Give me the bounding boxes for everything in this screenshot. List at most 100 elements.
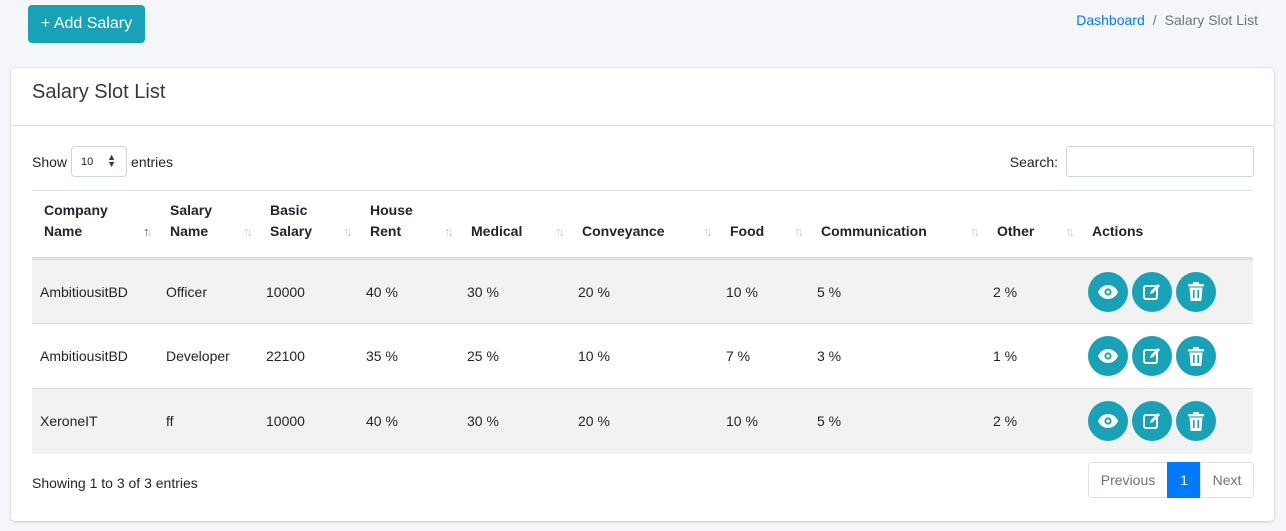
column-header[interactable]: Basic Salary ↑↓ (258, 190, 358, 260)
table-cell: Officer (158, 258, 258, 324)
column-header-label: Rent (370, 223, 402, 239)
table-cell: 2 % (985, 258, 1080, 324)
salary-table: Company Name ↑↓ Salary Name ↑↓ Basic Salary ↑↓ Ho… (32, 190, 1253, 454)
breadcrumb-separator: / (1152, 12, 1157, 28)
column-header[interactable]: Salary Name ↑↓ (158, 190, 258, 260)
table-cell: 10000 (258, 388, 358, 454)
table-cell: ff (158, 388, 258, 454)
delete-icon (1188, 411, 1204, 431)
table-cell: 40 % (358, 388, 459, 454)
table-cell: 22100 (258, 323, 358, 389)
breadcrumb-current: Salary Slot List (1164, 12, 1258, 28)
edit-icon (1142, 411, 1162, 431)
view-icon (1098, 414, 1118, 429)
edit-button[interactable] (1132, 336, 1172, 376)
table-controls: Show 10 ▲ ▼ entries Search: (32, 146, 1254, 178)
show-label: Show (32, 153, 68, 170)
column-header-label: Actions (1092, 223, 1144, 239)
table-cell: 1 % (985, 323, 1080, 389)
next-page-button[interactable]: Next (1200, 462, 1254, 498)
table-header-row: Company Name ↑↓ Salary Name ↑↓ Basic Salary ↑↓ Ho… (32, 190, 1253, 260)
table-cell: 30 % (459, 258, 570, 324)
sort-icon[interactable]: ↑↓ (555, 221, 565, 242)
column-header-label: Company (44, 202, 108, 218)
column-header-label: House (370, 202, 413, 218)
delete-icon (1188, 346, 1204, 366)
delete-button[interactable] (1176, 271, 1216, 312)
column-header-label: Communication (821, 223, 927, 239)
column-header[interactable]: Communication ↑↓ (809, 190, 985, 260)
column-header[interactable]: Medical ↑↓ (459, 190, 570, 260)
column-header[interactable]: Company Name ↑↓ (32, 190, 158, 260)
page-1-button[interactable]: 1 (1167, 462, 1201, 498)
sort-icon[interactable]: ↑↓ (243, 221, 253, 242)
table-cell: AmbitiousitBD (32, 258, 158, 324)
search-label: Search: (1009, 153, 1058, 170)
edit-icon (1142, 346, 1162, 366)
table-cell: XeroneIT (32, 388, 158, 454)
table-cell: 30 % (459, 388, 570, 454)
breadcrumb-dashboard-link[interactable]: Dashboard (1076, 12, 1145, 28)
view-icon (1098, 284, 1118, 299)
view-button[interactable] (1088, 401, 1128, 442)
table-info: Showing 1 to 3 of 3 entries (32, 475, 198, 491)
edit-icon (1142, 282, 1162, 302)
table-row: AmbitiousitBD Officer 10000 40 % 30 % 20 % 10 … (32, 258, 1253, 324)
table-cell: 35 % (358, 323, 459, 389)
actions-cell (1080, 323, 1253, 389)
add-salary-button[interactable]: + Add Salary (28, 5, 145, 43)
view-icon (1098, 349, 1118, 363)
breadcrumb: Dashboard / Salary Slot List (1076, 12, 1258, 28)
delete-icon (1188, 282, 1204, 301)
table-cell: 20 % (570, 258, 718, 324)
column-header-label: Conveyance (582, 223, 665, 239)
sort-icon[interactable]: ↑↓ (343, 221, 353, 242)
search-control: Search: (1010, 146, 1254, 177)
select-caret-icon: ▲ ▼ (107, 152, 117, 169)
sort-icon[interactable]: ↑↓ (1065, 221, 1075, 242)
pagination: Previous 1 Next (1088, 462, 1254, 498)
column-header-label: Name (44, 223, 83, 239)
sort-icon[interactable]: ↑↓ (970, 221, 980, 242)
column-header[interactable]: Other ↑↓ (985, 190, 1080, 260)
column-header-label: Basic (270, 202, 308, 218)
column-header-label: Food (730, 223, 765, 239)
view-button[interactable] (1088, 271, 1128, 312)
table-cell: 40 % (358, 258, 459, 324)
view-button[interactable] (1088, 336, 1128, 376)
table-cell: AmbitiousitBD (32, 323, 158, 389)
table-row: XeroneIT ff 10000 40 % 30 % 20 % 10 % 5 % 2 % (32, 388, 1253, 454)
edit-button[interactable] (1132, 401, 1172, 442)
previous-page-button[interactable]: Previous (1088, 462, 1168, 498)
table-body: AmbitiousitBD Officer 10000 40 % 30 % 20 % 10 … (32, 258, 1253, 454)
sort-icon[interactable]: ↑↓ (794, 221, 804, 242)
table-cell: 10 % (718, 258, 809, 324)
sort-icon[interactable]: ↑↓ (143, 221, 153, 242)
page-title: Salary Slot List (32, 81, 166, 103)
search-input[interactable] (1066, 146, 1254, 177)
sort-icon[interactable]: ↑↓ (703, 221, 713, 242)
actions-cell (1080, 258, 1253, 324)
salary-slot-card: Salary Slot List Show 10 ▲ ▼ entries Sear… (11, 68, 1274, 521)
table-cell: 10000 (258, 258, 358, 324)
actions-cell (1080, 388, 1253, 454)
column-header-label: Other (997, 223, 1035, 239)
delete-button[interactable] (1176, 336, 1216, 376)
column-header: Actions (1080, 190, 1253, 260)
table-cell: 5 % (809, 258, 985, 324)
entries-label: entries (131, 153, 174, 170)
table-cell: 7 % (718, 323, 809, 389)
table-row: AmbitiousitBD Developer 22100 35 % 25 % 10 % 7… (32, 323, 1253, 389)
sort-icon[interactable]: ↑↓ (444, 221, 454, 242)
column-header-label: Name (170, 223, 209, 239)
entries-length-select[interactable]: 10 ▲ ▼ (71, 146, 128, 177)
column-header[interactable]: House Rent ↑↓ (358, 190, 459, 260)
table-cell: 3 % (809, 323, 985, 389)
column-header[interactable]: Conveyance ↑↓ (570, 190, 718, 260)
column-header-label: Salary (270, 223, 313, 239)
column-header[interactable]: Food ↑↓ (718, 190, 809, 260)
edit-button[interactable] (1132, 271, 1172, 312)
table-cell: 25 % (459, 323, 570, 389)
length-value: 10 (81, 155, 94, 168)
delete-button[interactable] (1176, 401, 1216, 442)
